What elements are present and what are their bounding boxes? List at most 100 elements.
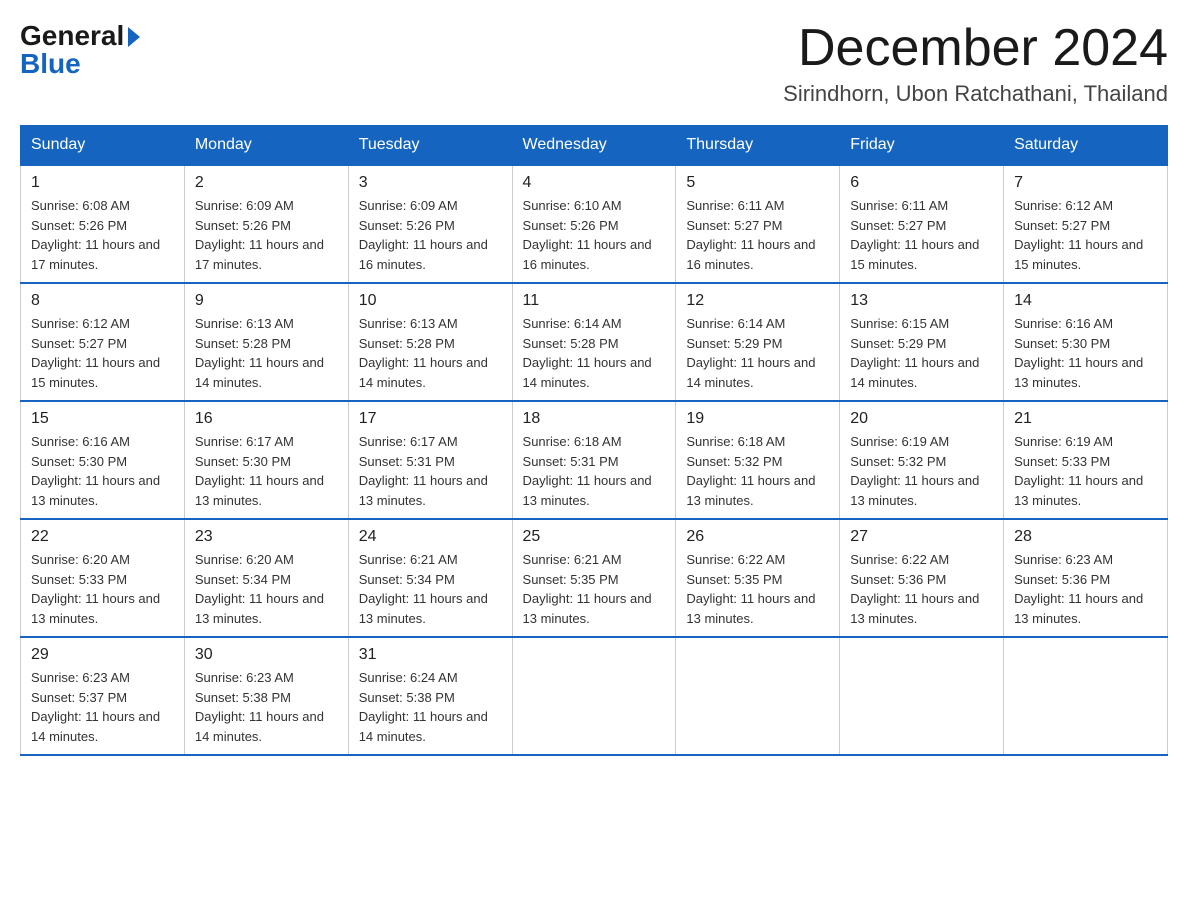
day-number: 13 <box>850 292 993 310</box>
day-info: Sunrise: 6:15 AMSunset: 5:29 PMDaylight:… <box>850 316 979 390</box>
day-info: Sunrise: 6:11 AMSunset: 5:27 PMDaylight:… <box>686 198 815 272</box>
calendar-cell: 23 Sunrise: 6:20 AMSunset: 5:34 PMDaylig… <box>184 519 348 637</box>
calendar-cell: 25 Sunrise: 6:21 AMSunset: 5:35 PMDaylig… <box>512 519 676 637</box>
calendar-cell: 8 Sunrise: 6:12 AMSunset: 5:27 PMDayligh… <box>21 283 185 401</box>
calendar-cell: 26 Sunrise: 6:22 AMSunset: 5:35 PMDaylig… <box>676 519 840 637</box>
calendar-week-row: 8 Sunrise: 6:12 AMSunset: 5:27 PMDayligh… <box>21 283 1168 401</box>
header-friday: Friday <box>840 126 1004 166</box>
day-info: Sunrise: 6:12 AMSunset: 5:27 PMDaylight:… <box>1014 198 1143 272</box>
calendar-cell: 22 Sunrise: 6:20 AMSunset: 5:33 PMDaylig… <box>21 519 185 637</box>
calendar-cell: 6 Sunrise: 6:11 AMSunset: 5:27 PMDayligh… <box>840 165 1004 283</box>
day-number: 24 <box>359 528 502 546</box>
header-saturday: Saturday <box>1004 126 1168 166</box>
calendar-cell: 11 Sunrise: 6:14 AMSunset: 5:28 PMDaylig… <box>512 283 676 401</box>
day-info: Sunrise: 6:12 AMSunset: 5:27 PMDaylight:… <box>31 316 160 390</box>
calendar-cell: 30 Sunrise: 6:23 AMSunset: 5:38 PMDaylig… <box>184 637 348 755</box>
calendar-cell: 9 Sunrise: 6:13 AMSunset: 5:28 PMDayligh… <box>184 283 348 401</box>
calendar-cell: 14 Sunrise: 6:16 AMSunset: 5:30 PMDaylig… <box>1004 283 1168 401</box>
calendar-cell: 2 Sunrise: 6:09 AMSunset: 5:26 PMDayligh… <box>184 165 348 283</box>
day-number: 23 <box>195 528 338 546</box>
day-info: Sunrise: 6:23 AMSunset: 5:36 PMDaylight:… <box>1014 552 1143 626</box>
logo-arrow-icon <box>128 27 140 47</box>
calendar-cell: 1 Sunrise: 6:08 AMSunset: 5:26 PMDayligh… <box>21 165 185 283</box>
day-info: Sunrise: 6:13 AMSunset: 5:28 PMDaylight:… <box>195 316 324 390</box>
header-tuesday: Tuesday <box>348 126 512 166</box>
calendar-cell: 7 Sunrise: 6:12 AMSunset: 5:27 PMDayligh… <box>1004 165 1168 283</box>
calendar-cell <box>676 637 840 755</box>
calendar-cell: 12 Sunrise: 6:14 AMSunset: 5:29 PMDaylig… <box>676 283 840 401</box>
day-info: Sunrise: 6:19 AMSunset: 5:32 PMDaylight:… <box>850 434 979 508</box>
calendar-week-row: 22 Sunrise: 6:20 AMSunset: 5:33 PMDaylig… <box>21 519 1168 637</box>
day-info: Sunrise: 6:21 AMSunset: 5:35 PMDaylight:… <box>523 552 652 626</box>
day-info: Sunrise: 6:14 AMSunset: 5:29 PMDaylight:… <box>686 316 815 390</box>
title-area: December 2024 Sirindhorn, Ubon Ratchatha… <box>783 20 1168 107</box>
day-info: Sunrise: 6:11 AMSunset: 5:27 PMDaylight:… <box>850 198 979 272</box>
day-number: 6 <box>850 174 993 192</box>
day-number: 16 <box>195 410 338 428</box>
header-sunday: Sunday <box>21 126 185 166</box>
calendar-cell: 21 Sunrise: 6:19 AMSunset: 5:33 PMDaylig… <box>1004 401 1168 519</box>
header-wednesday: Wednesday <box>512 126 676 166</box>
day-info: Sunrise: 6:22 AMSunset: 5:35 PMDaylight:… <box>686 552 815 626</box>
calendar-cell: 13 Sunrise: 6:15 AMSunset: 5:29 PMDaylig… <box>840 283 1004 401</box>
calendar-week-row: 15 Sunrise: 6:16 AMSunset: 5:30 PMDaylig… <box>21 401 1168 519</box>
calendar-cell: 20 Sunrise: 6:19 AMSunset: 5:32 PMDaylig… <box>840 401 1004 519</box>
day-number: 15 <box>31 410 174 428</box>
calendar-cell: 31 Sunrise: 6:24 AMSunset: 5:38 PMDaylig… <box>348 637 512 755</box>
day-info: Sunrise: 6:18 AMSunset: 5:31 PMDaylight:… <box>523 434 652 508</box>
logo-blue-text: Blue <box>20 48 81 80</box>
day-info: Sunrise: 6:16 AMSunset: 5:30 PMDaylight:… <box>1014 316 1143 390</box>
calendar-week-row: 1 Sunrise: 6:08 AMSunset: 5:26 PMDayligh… <box>21 165 1168 283</box>
day-number: 7 <box>1014 174 1157 192</box>
day-number: 3 <box>359 174 502 192</box>
day-number: 2 <box>195 174 338 192</box>
day-number: 26 <box>686 528 829 546</box>
calendar-cell: 27 Sunrise: 6:22 AMSunset: 5:36 PMDaylig… <box>840 519 1004 637</box>
calendar-cell: 4 Sunrise: 6:10 AMSunset: 5:26 PMDayligh… <box>512 165 676 283</box>
month-title: December 2024 <box>783 20 1168 77</box>
day-info: Sunrise: 6:10 AMSunset: 5:26 PMDaylight:… <box>523 198 652 272</box>
day-number: 11 <box>523 292 666 310</box>
calendar-cell: 19 Sunrise: 6:18 AMSunset: 5:32 PMDaylig… <box>676 401 840 519</box>
header-monday: Monday <box>184 126 348 166</box>
day-info: Sunrise: 6:09 AMSunset: 5:26 PMDaylight:… <box>359 198 488 272</box>
day-number: 20 <box>850 410 993 428</box>
day-number: 22 <box>31 528 174 546</box>
day-info: Sunrise: 6:13 AMSunset: 5:28 PMDaylight:… <box>359 316 488 390</box>
day-info: Sunrise: 6:18 AMSunset: 5:32 PMDaylight:… <box>686 434 815 508</box>
day-number: 25 <box>523 528 666 546</box>
day-number: 31 <box>359 646 502 664</box>
day-number: 5 <box>686 174 829 192</box>
calendar-cell: 15 Sunrise: 6:16 AMSunset: 5:30 PMDaylig… <box>21 401 185 519</box>
calendar-cell <box>840 637 1004 755</box>
calendar-cell: 28 Sunrise: 6:23 AMSunset: 5:36 PMDaylig… <box>1004 519 1168 637</box>
day-info: Sunrise: 6:14 AMSunset: 5:28 PMDaylight:… <box>523 316 652 390</box>
day-number: 19 <box>686 410 829 428</box>
day-number: 30 <box>195 646 338 664</box>
calendar-cell: 24 Sunrise: 6:21 AMSunset: 5:34 PMDaylig… <box>348 519 512 637</box>
calendar-header-row: SundayMondayTuesdayWednesdayThursdayFrid… <box>21 126 1168 166</box>
day-number: 8 <box>31 292 174 310</box>
location-title: Sirindhorn, Ubon Ratchathani, Thailand <box>783 81 1168 107</box>
day-number: 4 <box>523 174 666 192</box>
logo: General Blue <box>20 20 140 80</box>
calendar-cell <box>1004 637 1168 755</box>
day-info: Sunrise: 6:19 AMSunset: 5:33 PMDaylight:… <box>1014 434 1143 508</box>
day-info: Sunrise: 6:23 AMSunset: 5:38 PMDaylight:… <box>195 670 324 744</box>
calendar-week-row: 29 Sunrise: 6:23 AMSunset: 5:37 PMDaylig… <box>21 637 1168 755</box>
calendar-cell: 18 Sunrise: 6:18 AMSunset: 5:31 PMDaylig… <box>512 401 676 519</box>
calendar-cell: 5 Sunrise: 6:11 AMSunset: 5:27 PMDayligh… <box>676 165 840 283</box>
calendar-cell: 29 Sunrise: 6:23 AMSunset: 5:37 PMDaylig… <box>21 637 185 755</box>
day-info: Sunrise: 6:17 AMSunset: 5:30 PMDaylight:… <box>195 434 324 508</box>
calendar-cell: 16 Sunrise: 6:17 AMSunset: 5:30 PMDaylig… <box>184 401 348 519</box>
calendar-cell: 10 Sunrise: 6:13 AMSunset: 5:28 PMDaylig… <box>348 283 512 401</box>
day-info: Sunrise: 6:20 AMSunset: 5:33 PMDaylight:… <box>31 552 160 626</box>
day-number: 17 <box>359 410 502 428</box>
day-number: 28 <box>1014 528 1157 546</box>
day-info: Sunrise: 6:20 AMSunset: 5:34 PMDaylight:… <box>195 552 324 626</box>
day-number: 12 <box>686 292 829 310</box>
day-number: 21 <box>1014 410 1157 428</box>
day-number: 27 <box>850 528 993 546</box>
day-number: 18 <box>523 410 666 428</box>
header-thursday: Thursday <box>676 126 840 166</box>
